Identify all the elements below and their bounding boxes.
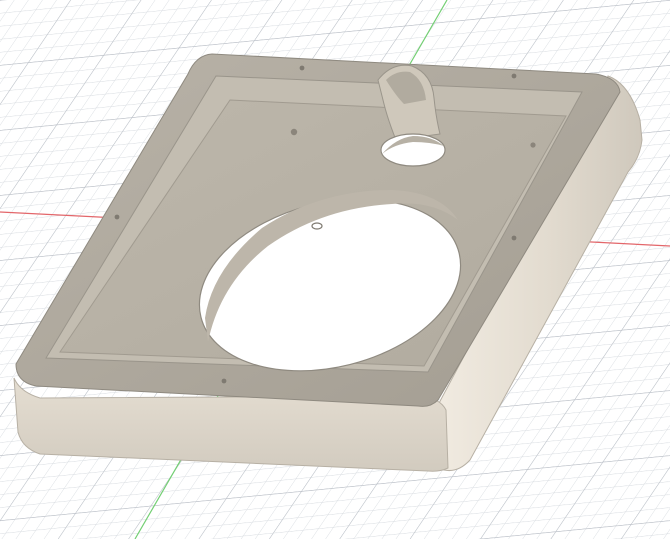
viewport-canvas[interactable]	[0, 0, 670, 539]
3d-viewport[interactable]	[0, 0, 670, 539]
mounting-point	[290, 128, 298, 136]
mounting-point	[299, 65, 305, 71]
mounting-point	[530, 142, 536, 148]
mounting-point	[511, 73, 517, 79]
mounting-point	[221, 378, 227, 384]
mounting-point	[114, 214, 120, 220]
mounting-point	[511, 235, 517, 241]
